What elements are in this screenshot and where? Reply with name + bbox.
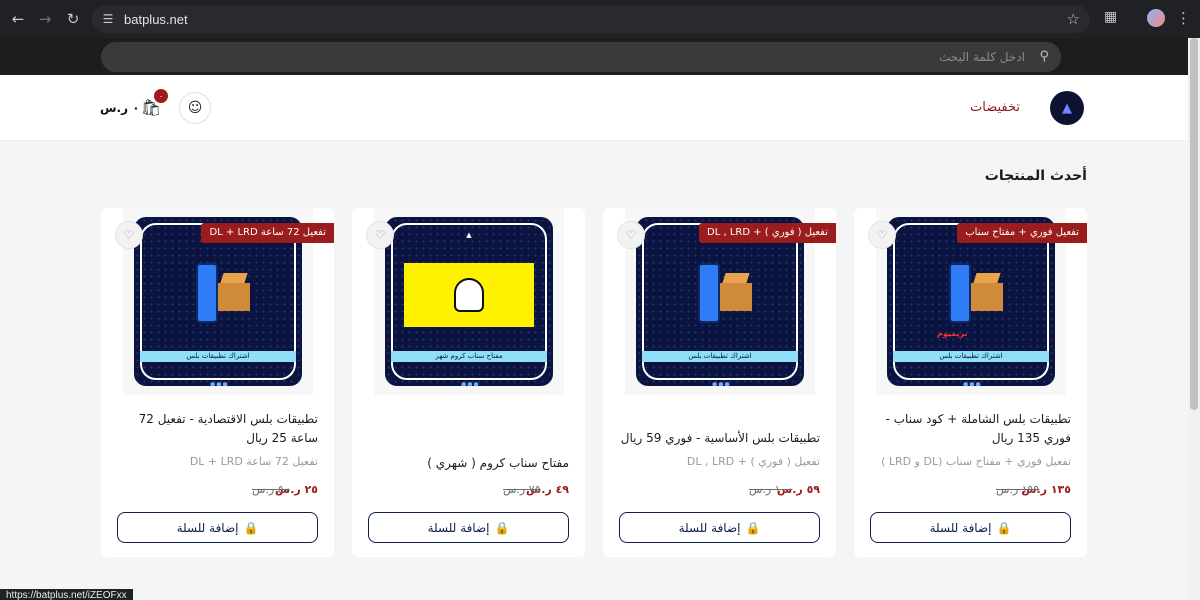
- cart-count-badge: ٠: [154, 89, 168, 103]
- nav-link-discounts[interactable]: تخفيضات: [970, 100, 1020, 115]
- promo-ribbon: تفعيل ( فوري ) + DL , LRD: [699, 223, 836, 243]
- product-image[interactable]: ▲ مفتاح سناب كروم شهر ●●●: [374, 208, 564, 395]
- product-card[interactable]: ▲ مفتاح سناب كروم شهر ●●● ♡ مفتاح سناب ك…: [352, 208, 585, 557]
- product-old-price: ٧٥ ر.س: [503, 483, 541, 496]
- add-to-cart-button[interactable]: 🔒 إضافة للسلة: [619, 512, 820, 543]
- back-icon[interactable]: ←: [8, 9, 28, 29]
- search-placeholder: ادخل كلمة البحث: [938, 50, 1025, 64]
- heart-icon[interactable]: ♡: [868, 221, 896, 249]
- promo-ribbon: تفعيل فوري + مفتاح سناب: [957, 223, 1087, 243]
- product-old-price: ١٩٩ ر.س: [996, 483, 1040, 496]
- cart-total[interactable]: ٠ ر.س: [100, 101, 140, 115]
- promo-ribbon: تفعيل 72 ساعة DL + LRD: [201, 223, 334, 243]
- bag-icon: 🔒: [494, 520, 510, 535]
- product-card[interactable]: ▲ اشتراك تطبيقات بلس ●●● تفعيل ( فوري ) …: [603, 208, 836, 557]
- menu-icon[interactable]: ⋮: [1176, 9, 1191, 27]
- site-header: ▲ تخفيضات ☺ 🛍 ٠ ٠ ر.س: [0, 75, 1188, 141]
- address-bar-url[interactable]: batplus.net: [124, 12, 188, 27]
- bag-icon: 🔒: [243, 520, 259, 535]
- product-card[interactable]: ▲ بريميوم اشتراك تطبيقات بلس ●●● تفعيل ف…: [854, 208, 1087, 557]
- product-name[interactable]: تطبيقات بلس الشاملة + كود سناب - فوري 13…: [865, 410, 1071, 448]
- bag-icon: 🔒: [996, 520, 1012, 535]
- product-name[interactable]: تطبيقات بلس الاقتصادية - تفعيل 72 ساعة 2…: [112, 410, 318, 448]
- snapchat-logo: [404, 263, 534, 327]
- product-old-price: ٥٠ ر.س: [252, 483, 290, 496]
- product-name[interactable]: تطبيقات بلس الأساسية - فوري 59 ريال: [614, 429, 820, 448]
- add-to-cart-button[interactable]: 🔒 إضافة للسلة: [117, 512, 318, 543]
- browser-toolbar: ← → ↻ ☰ batplus.net ☆ ▦ ⋮: [0, 0, 1200, 38]
- product-card[interactable]: ▲ اشتراك تطبيقات بلس ●●● تفعيل 72 ساعة D…: [101, 208, 334, 557]
- site-logo[interactable]: ▲: [1050, 91, 1084, 125]
- site-search-band: ادخل كلمة البحث ⚲: [0, 38, 1200, 75]
- scrollbar-thumb[interactable]: [1190, 38, 1198, 410]
- heart-icon[interactable]: ♡: [115, 221, 143, 249]
- link-status-bar: https://batplus.net/iZEOFxx: [0, 589, 133, 600]
- add-to-cart-button[interactable]: 🔒 إضافة للسلة: [368, 512, 569, 543]
- address-bar[interactable]: ☰ batplus.net ☆: [92, 5, 1090, 33]
- bag-icon: 🔒: [745, 520, 761, 535]
- product-name[interactable]: مفتاح سناب كروم ( شهري ): [363, 454, 569, 473]
- extensions-icon[interactable]: ▦: [1104, 9, 1117, 25]
- profile-avatar[interactable]: [1147, 9, 1165, 27]
- bat-logo-icon: ▲: [466, 231, 472, 239]
- star-icon[interactable]: ☆: [1067, 10, 1080, 28]
- heart-icon[interactable]: ♡: [366, 221, 394, 249]
- reload-icon[interactable]: ↻: [63, 9, 83, 29]
- product-subtitle: تفعيل فوري + مفتاح سناب (DL و LRD ): [881, 455, 1071, 468]
- search-icon[interactable]: ⚲: [1039, 49, 1049, 64]
- page-scrollbar[interactable]: [1188, 38, 1200, 600]
- product-subtitle: تفعيل ( فوري ) + DL , LRD: [686, 455, 820, 468]
- forward-icon[interactable]: →: [35, 9, 55, 29]
- product-subtitle: تفعيل 72 ساعة DL + LRD: [189, 455, 318, 468]
- section-title: أحدث المنتجات: [984, 168, 1087, 184]
- product-old-price: ١٠٠ ر.س: [749, 483, 793, 496]
- add-to-cart-button[interactable]: 🔒 إضافة للسلة: [870, 512, 1071, 543]
- search-input[interactable]: ادخل كلمة البحث ⚲: [101, 42, 1061, 72]
- site-settings-icon[interactable]: ☰: [100, 11, 116, 27]
- cart-button[interactable]: 🛍 ٠: [139, 89, 168, 119]
- account-icon[interactable]: ☺: [179, 92, 211, 124]
- heart-icon[interactable]: ♡: [617, 221, 645, 249]
